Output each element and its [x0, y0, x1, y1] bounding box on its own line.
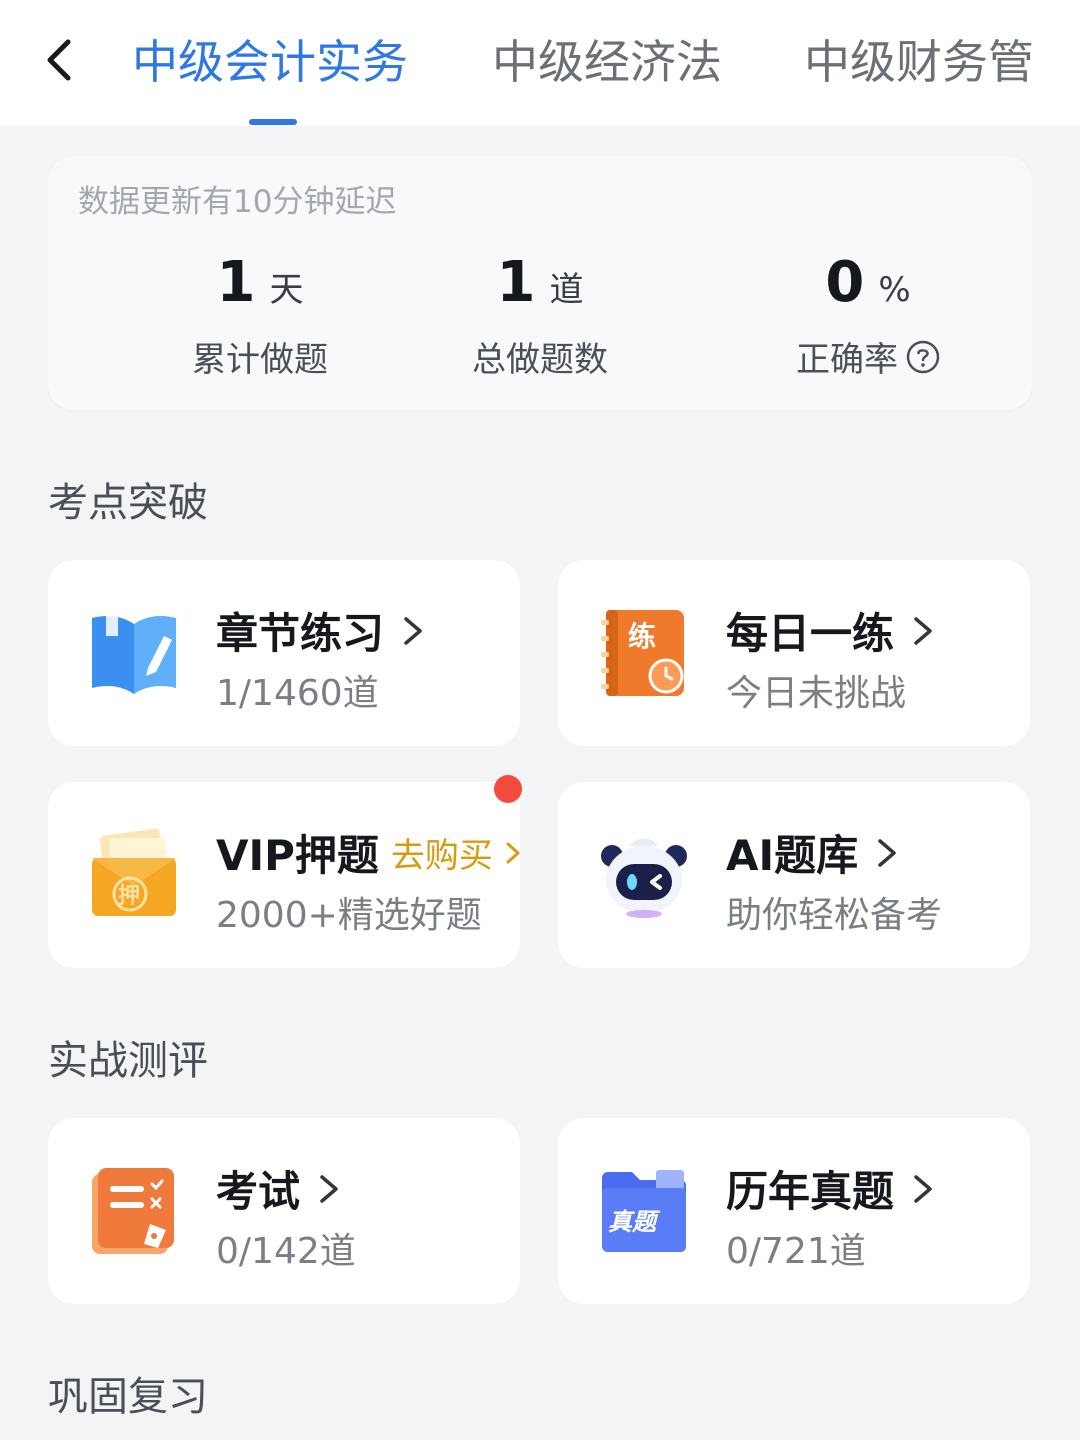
chevron-right-icon — [320, 1174, 338, 1203]
daily-practice-icon: 练 — [601, 610, 684, 696]
past-icon-text: 真题 — [608, 1207, 661, 1236]
tab-intermediate-financial-management[interactable]: 中级财务管 — [804, 30, 1034, 94]
stat-unit: 道 — [549, 270, 584, 310]
notification-dot — [494, 775, 522, 803]
chevron-right-icon — [404, 616, 422, 645]
chevron-right-icon — [914, 1174, 932, 1203]
stat-value: 1 — [496, 250, 536, 315]
stat-label: 累计做题 — [192, 340, 328, 380]
chevron-left-icon — [47, 39, 71, 81]
card-subtitle: 0/142道 — [216, 1231, 356, 1272]
card-subtitle: 助你轻松备考 — [726, 895, 943, 936]
section-title-review: 巩固复习 — [48, 1374, 208, 1420]
tab-intermediate-economic-law[interactable]: 中级经济法 — [492, 30, 722, 94]
daily-icon-text: 练 — [628, 620, 656, 653]
exam-card[interactable]: 考试 0/142道 — [48, 1118, 520, 1304]
stat-value: 0 — [825, 250, 865, 315]
stat-label: 正确率 — [704, 332, 1032, 381]
chevron-right-icon — [914, 616, 932, 645]
exam-paper-icon — [92, 1168, 174, 1254]
past-exams-card[interactable]: 真题 历年真题 0/721道 — [558, 1118, 1030, 1304]
stat-total-questions: 1 道 总做题数 — [376, 250, 704, 381]
card-title: 章节练习 — [216, 600, 426, 661]
ai-robot-icon — [601, 838, 687, 918]
card-subtitle: 2000+精选好题 — [216, 895, 482, 936]
vip-envelope-icon: 押 — [92, 828, 176, 916]
card-title: 考试 — [216, 1158, 342, 1219]
back-button[interactable] — [30, 30, 90, 90]
data-delay-note: 数据更新有10分钟延迟 — [78, 184, 397, 220]
tab-intermediate-accounting[interactable]: 中级会计实务 — [132, 30, 408, 94]
buy-link[interactable]: 去购买 — [391, 828, 523, 877]
card-title: VIP押题 去购买 — [216, 822, 523, 883]
book-icon — [92, 614, 176, 694]
card-title: AI题库 — [726, 822, 900, 883]
chevron-right-icon — [506, 842, 520, 863]
card-title: 历年真题 — [726, 1158, 936, 1219]
section-title-breakthrough: 考点突破 — [48, 480, 208, 526]
stats-card: 数据更新有10分钟延迟 1 天 累计做题 1 道 总做题数 0 % 正确率 — [48, 156, 1032, 410]
vip-predicted-questions-card[interactable]: 押 VIP押题 去购买 2000+精选好题 — [48, 782, 520, 968]
top-tab-bar: 中级会计实务 中级经济法 中级财务管 — [0, 0, 1080, 126]
section-title-assessment: 实战测评 — [48, 1038, 208, 1084]
stat-unit: 天 — [269, 270, 304, 310]
vip-icon-text: 押 — [118, 883, 140, 909]
active-tab-indicator — [249, 119, 297, 125]
stat-value: 1 — [216, 250, 256, 315]
stat-accuracy: 0 % 正确率 — [704, 250, 1032, 381]
stat-cumulative-days: 1 天 累计做题 — [96, 250, 424, 381]
card-title: 每日一练 — [726, 600, 936, 661]
past-papers-folder-icon: 真题 — [602, 1170, 686, 1252]
card-subtitle: 0/721道 — [726, 1231, 866, 1272]
stat-label: 总做题数 — [472, 340, 608, 380]
stat-unit: % — [878, 270, 911, 310]
card-subtitle: 1/1460道 — [216, 673, 379, 714]
ai-question-bank-card[interactable]: AI题库 助你轻松备考 — [558, 782, 1030, 968]
daily-practice-card[interactable]: 练 每日一练 今日未挑战 — [558, 560, 1030, 746]
chapter-practice-card[interactable]: 章节练习 1/1460道 — [48, 560, 520, 746]
chevron-right-icon — [878, 838, 896, 867]
question-mark-help-icon[interactable] — [906, 340, 940, 374]
card-subtitle: 今日未挑战 — [726, 673, 907, 714]
